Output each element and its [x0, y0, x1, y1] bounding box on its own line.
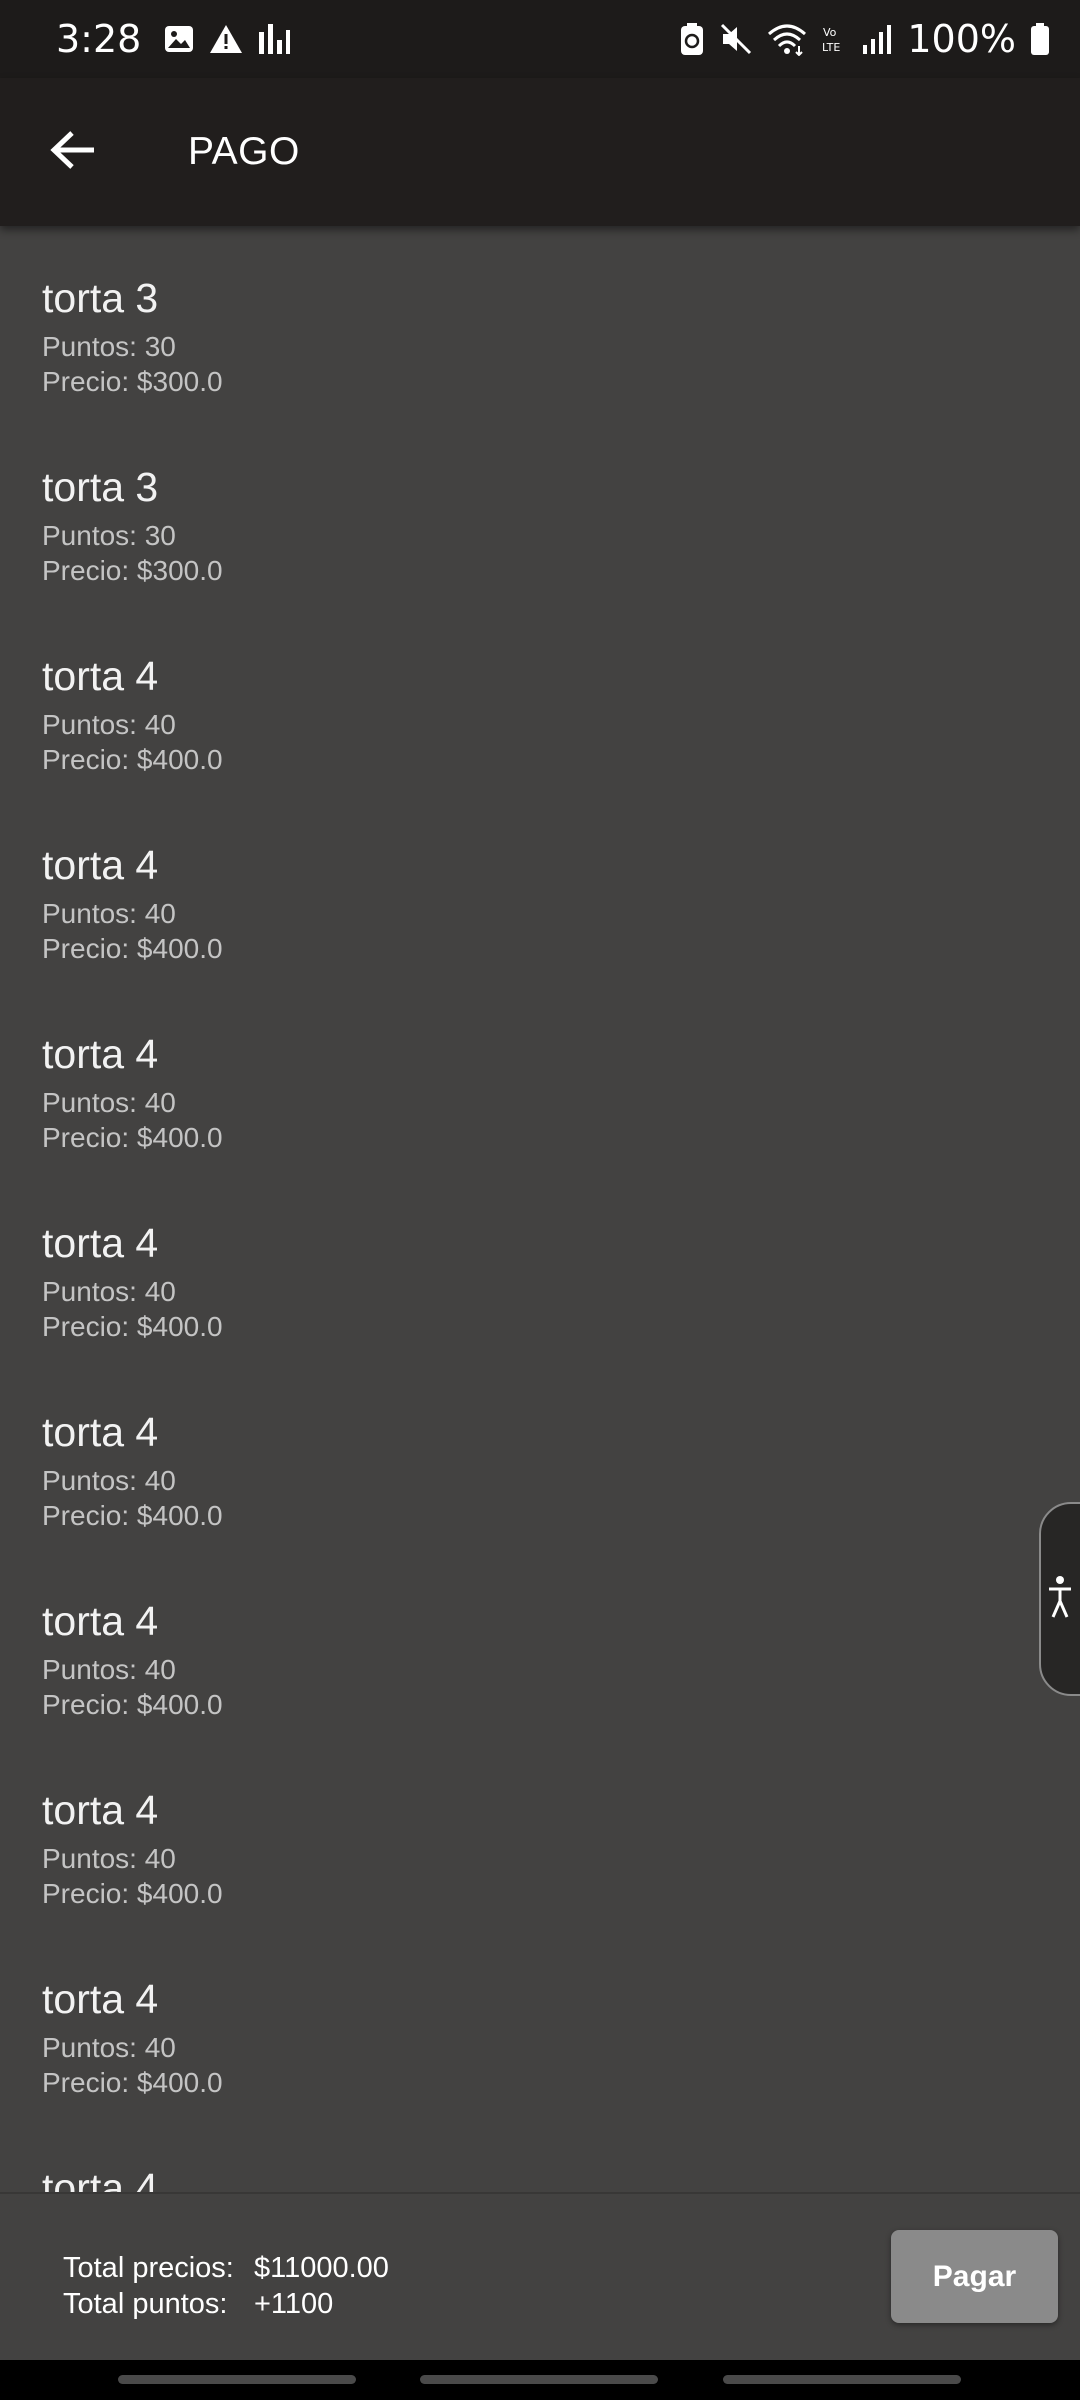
back-button[interactable] [23, 102, 123, 202]
svg-text:LTE: LTE [822, 41, 840, 54]
item-price: Precio: $400.0 [42, 1878, 223, 1909]
battery-percent: 100% [907, 17, 1016, 61]
wifi-icon [767, 22, 807, 56]
item-price: Precio: $400.0 [42, 1311, 223, 1342]
item-name: torta 3 [42, 464, 159, 510]
item-price: Precio: $400.0 [42, 744, 223, 775]
arrow-left-icon [50, 129, 96, 176]
list-item: torta 4 [0, 2116, 1080, 2192]
status-notification-icons [163, 22, 291, 56]
nav-home-pill[interactable] [420, 2375, 658, 2384]
item-points: Puntos: 40 [42, 1654, 176, 1685]
bars-chart-icon [257, 22, 291, 56]
item-points: Puntos: 40 [42, 1087, 176, 1118]
total-points-value: +1100 [254, 2288, 334, 2320]
item-name: torta 3 [42, 275, 159, 321]
battery-saver-icon [679, 22, 705, 56]
accessibility-button[interactable] [1039, 1502, 1080, 1696]
total-prices-row: Total precios: $11000.00 [63, 2250, 389, 2286]
list-item: torta 4 Puntos: 40 Precio: $400.0 [0, 1360, 1080, 1549]
item-points: Puntos: 40 [42, 1276, 176, 1307]
item-name: torta 4 [42, 1409, 159, 1455]
list-item: torta 4 Puntos: 40 Precio: $400.0 [0, 1927, 1080, 2116]
item-price: Precio: $400.0 [42, 933, 223, 964]
list-item: torta 4 Puntos: 40 Precio: $400.0 [0, 1171, 1080, 1360]
item-price: Precio: $300.0 [42, 555, 223, 586]
item-name: torta 4 [42, 1976, 159, 2022]
totals-summary: Total precios: $11000.00 Total puntos: +… [63, 2250, 389, 2322]
cart-item-list[interactable]: torta 3 Puntos: 30 Precio: $300.0 torta … [0, 226, 1080, 2192]
list-item: torta 4 Puntos: 40 Precio: $400.0 [0, 1738, 1080, 1927]
item-name: torta 4 [42, 653, 159, 699]
total-points-label: Total puntos: [63, 2288, 228, 2320]
item-points: Puntos: 40 [42, 2032, 176, 2063]
image-icon [163, 23, 195, 55]
svg-text:Vo: Vo [823, 26, 837, 39]
item-points: Puntos: 40 [42, 898, 176, 929]
total-points-row: Total puntos: +1100 [63, 2286, 389, 2322]
item-price: Precio: $400.0 [42, 2067, 223, 2098]
mute-icon [719, 22, 753, 56]
list-item: torta 4 Puntos: 40 Precio: $400.0 [0, 1549, 1080, 1738]
item-name: torta 4 [42, 1220, 159, 1266]
battery-icon [1030, 22, 1050, 56]
signal-icon [861, 23, 893, 55]
list-item: torta 3 Puntos: 30 Precio: $300.0 [0, 415, 1080, 604]
status-system-icons: Vo LTE 100% [679, 17, 1050, 61]
navigation-bar [0, 2360, 1080, 2400]
item-points: Puntos: 40 [42, 709, 176, 740]
list-item: torta 3 Puntos: 30 Precio: $300.0 [0, 226, 1080, 415]
item-points: Puntos: 30 [42, 520, 176, 551]
total-prices-value: $11000.00 [254, 2252, 389, 2284]
pay-button[interactable]: Pagar [891, 2230, 1058, 2323]
item-price: Precio: $400.0 [42, 1122, 223, 1153]
page-title: PAGO [188, 130, 300, 173]
item-price: Precio: $400.0 [42, 1689, 223, 1720]
volte-icon: Vo LTE [821, 24, 847, 54]
item-price: Precio: $300.0 [42, 366, 223, 397]
total-prices-label: Total precios: [63, 2252, 234, 2284]
warning-icon [209, 23, 243, 55]
list-item: torta 4 Puntos: 40 Precio: $400.0 [0, 982, 1080, 1171]
item-price: Precio: $400.0 [42, 1500, 223, 1531]
totals-bar: Total precios: $11000.00 Total puntos: +… [0, 2192, 1080, 2360]
list-item: torta 4 Puntos: 40 Precio: $400.0 [0, 793, 1080, 982]
item-name: torta 4 [42, 1031, 159, 1077]
item-points: Puntos: 40 [42, 1465, 176, 1496]
item-name: torta 4 [42, 1598, 159, 1644]
item-points: Puntos: 30 [42, 331, 176, 362]
item-name: torta 4 [42, 1787, 159, 1833]
item-name: torta 4 [42, 842, 159, 888]
list-item: torta 4 Puntos: 40 Precio: $400.0 [0, 604, 1080, 793]
accessibility-person-icon [1047, 1575, 1073, 1624]
status-time: 3:28 [56, 17, 142, 61]
status-bar: 3:28 Vo LTE 100% [0, 0, 1080, 78]
item-name: torta 4 [42, 2165, 159, 2192]
nav-recents-pill[interactable] [118, 2375, 356, 2384]
item-points: Puntos: 40 [42, 1843, 176, 1874]
app-bar: PAGO [0, 78, 1080, 226]
nav-back-pill[interactable] [723, 2375, 961, 2384]
